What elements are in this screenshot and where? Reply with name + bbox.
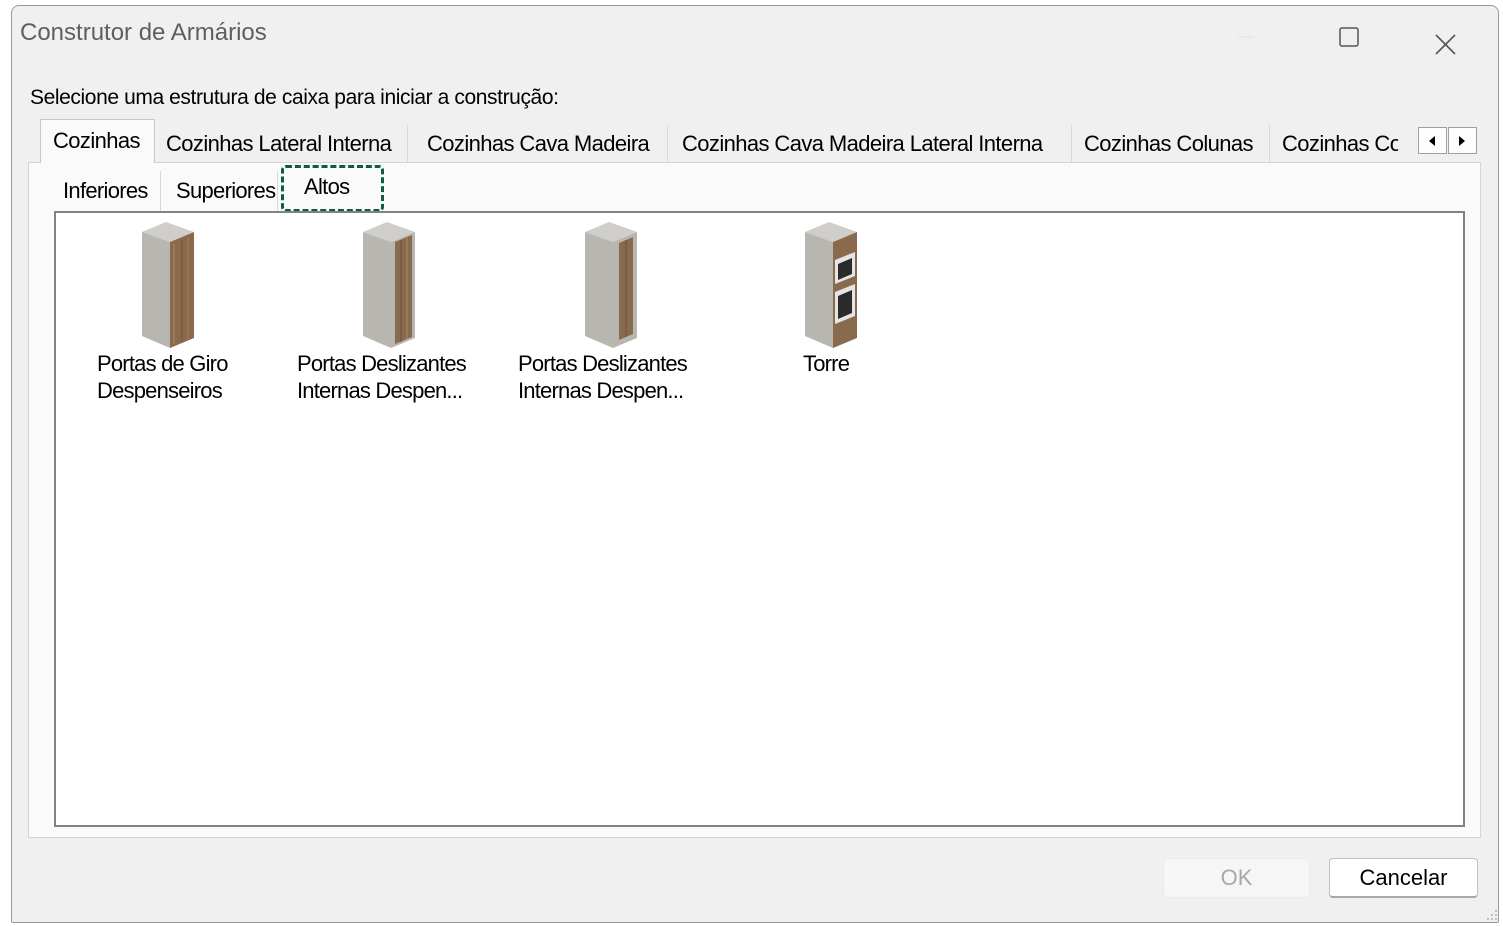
item-label: Portas de Giro Despenseiros: [97, 351, 228, 403]
item-label: Portas Deslizantes Internas Despen...: [297, 351, 467, 403]
tab-cozinhas-cava-madeira-lateral-interna[interactable]: Cozinhas Cava Madeira Lateral Interna: [670, 125, 1072, 163]
resize-grip-icon[interactable]: [1483, 906, 1499, 922]
list-item-torre[interactable]: Torre: [775, 220, 955, 377]
maximize-button[interactable]: [1318, 12, 1378, 62]
list-item-portas-deslizantes-2[interactable]: Portas Deslizantes Internas Despen...: [518, 220, 698, 404]
list-item-portas-de-giro[interactable]: Portas de Giro Despenseiros: [97, 220, 277, 404]
tab-cozinhas-col-truncated[interactable]: Cozinhas Col: [1270, 125, 1398, 163]
close-icon: [1435, 34, 1456, 55]
tab-cozinhas-colunas[interactable]: Cozinhas Colunas: [1072, 125, 1270, 163]
tab-cozinhas-lateral-interna[interactable]: Cozinhas Lateral Interna: [154, 125, 408, 163]
subtab-inferiores[interactable]: Inferiores: [53, 171, 161, 211]
window-title: Construtor de Armários: [20, 19, 267, 46]
close-button[interactable]: [1415, 12, 1475, 62]
subtab-altos[interactable]: Altos: [294, 171, 374, 211]
maximize-icon: [1339, 27, 1359, 47]
ok-button[interactable]: OK: [1163, 858, 1310, 898]
item-label: Torre: [803, 351, 850, 376]
category-tab-strip: Cozinhas Cozinhas Lateral Interna Cozinh…: [28, 119, 1398, 163]
minimize-button[interactable]: [1216, 12, 1276, 62]
tab-scroll-right-button[interactable]: [1448, 127, 1477, 154]
tab-cozinhas-cava-madeira[interactable]: Cozinhas Cava Madeira: [415, 125, 668, 163]
tall-cabinet-sliding-door-icon: [363, 222, 415, 348]
instruction-label: Selecione uma estrutura de caixa para in…: [30, 86, 559, 109]
cancel-button[interactable]: Cancelar: [1329, 858, 1478, 898]
tall-cabinet-sliding-door-icon: [585, 222, 637, 348]
tall-cabinet-swing-door-icon: [142, 222, 194, 348]
oven-tower-icon: [805, 222, 857, 348]
item-label: Portas Deslizantes Internas Despen...: [518, 351, 688, 403]
list-item-portas-deslizantes-1[interactable]: Portas Deslizantes Internas Despen...: [297, 220, 477, 404]
subtab-superiores[interactable]: Superiores: [166, 171, 278, 211]
tab-scroll-left-button[interactable]: [1418, 127, 1447, 154]
tab-cozinhas[interactable]: Cozinhas: [40, 119, 155, 163]
minimize-icon: [1238, 36, 1254, 38]
